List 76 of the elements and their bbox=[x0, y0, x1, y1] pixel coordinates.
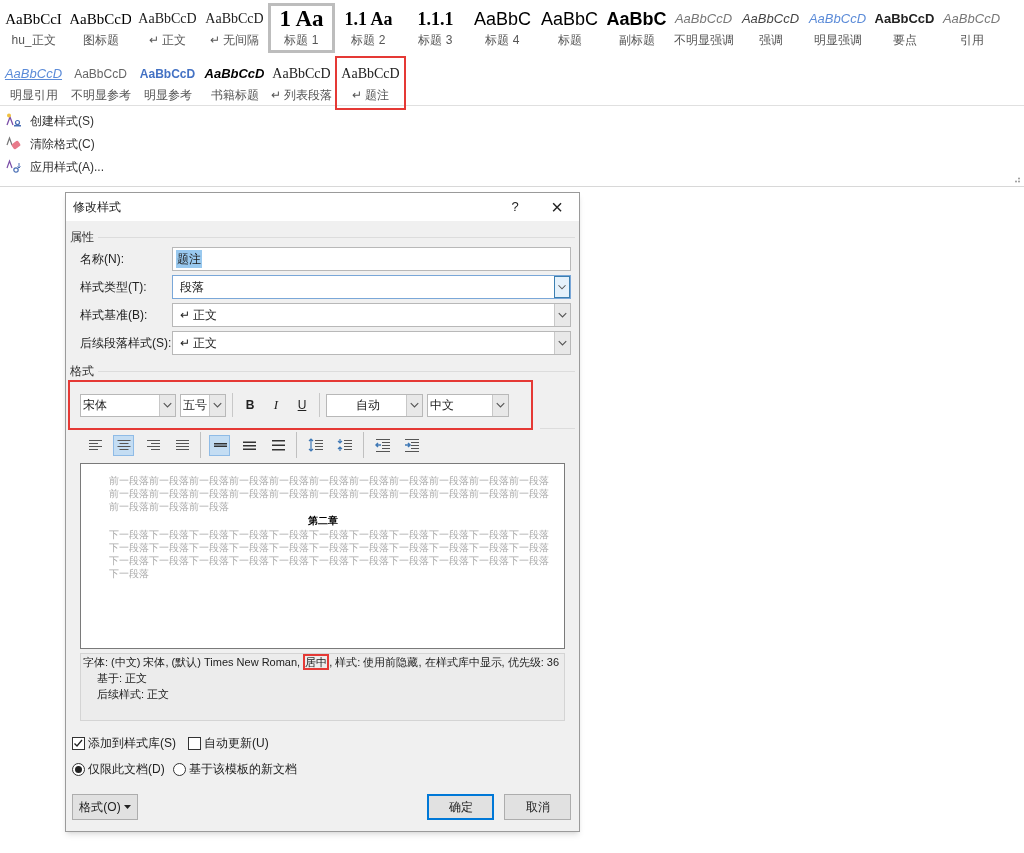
italic-button[interactable]: I bbox=[265, 394, 287, 416]
style-description: 基于: 正文 bbox=[96, 671, 148, 686]
checkbox-option[interactable]: 添加到样式库(S) bbox=[72, 734, 176, 752]
align-center-icon bbox=[115, 437, 132, 453]
close-button[interactable]: × bbox=[535, 193, 579, 221]
align-left-icon bbox=[86, 437, 103, 453]
style-gallery-item[interactable]: 1.1.1 标题 3 bbox=[402, 3, 469, 53]
font-color-dropdown[interactable]: 自动 bbox=[326, 393, 423, 417]
style-gallery-item[interactable]: AaBbCcD 不明显强调 bbox=[670, 3, 737, 53]
menu-item[interactable]: 清除格式(C) bbox=[6, 132, 103, 155]
style-gallery-item[interactable]: AaBbCcD 要点 bbox=[871, 3, 938, 53]
font-size-dropdown[interactable]: 五号 bbox=[180, 393, 226, 417]
field-label: 名称(N): bbox=[80, 251, 125, 268]
bold-button[interactable]: B bbox=[239, 394, 261, 416]
checkmark-icon bbox=[73, 738, 84, 748]
indent-decrease-icon bbox=[374, 437, 391, 453]
indent-increase-icon bbox=[403, 437, 420, 453]
style-gallery-item[interactable]: AaBbCcD 强调 bbox=[737, 3, 804, 53]
preview-sample-text: 第二章 bbox=[307, 514, 338, 527]
checkbox[interactable] bbox=[188, 736, 201, 750]
format-menu-button[interactable]: 格式(O) bbox=[72, 794, 138, 820]
style-gallery-item[interactable]: 1 Aa 标题 1 bbox=[268, 3, 335, 53]
underline-button[interactable]: U bbox=[291, 394, 313, 416]
style-gallery-item[interactable]: AaBbCcD 明显强调 bbox=[804, 3, 871, 53]
style-gallery-item[interactable]: AaBbCcD ↵ 题注 bbox=[337, 58, 404, 108]
radio-option[interactable]: 基于该模板的新文档 bbox=[172, 760, 297, 778]
field-label: 样式基准(B): bbox=[80, 307, 149, 324]
radio-option[interactable]: 仅限此文档(D) bbox=[72, 760, 165, 778]
style-gallery-item[interactable]: 1.1 Aa 标题 2 bbox=[335, 3, 402, 53]
align-right-icon bbox=[144, 437, 161, 453]
paragraph-spacing-icon bbox=[307, 437, 324, 453]
menu-item[interactable]: 应用样式(A)... bbox=[6, 155, 112, 178]
style-gallery-item[interactable]: AaBbC 标题 bbox=[536, 3, 603, 53]
style-gallery-item[interactable]: AaBbCcD 图标题 bbox=[67, 3, 134, 53]
style-icon bbox=[6, 136, 22, 151]
field-label: 样式类型(T): bbox=[80, 279, 148, 296]
checkbox-option[interactable]: 自动更新(U) bbox=[188, 734, 269, 752]
style-gallery-item[interactable]: AaBbC 标题 4 bbox=[469, 3, 536, 53]
style-gallery-item[interactable]: AaBbCcD 书籍标题 bbox=[201, 58, 268, 108]
paragraph-format-button[interactable] bbox=[209, 434, 230, 456]
dropdown[interactable]: ↵ 正文 bbox=[172, 303, 571, 327]
line-spacing-icon bbox=[269, 437, 286, 453]
language-dropdown[interactable]: 中文 bbox=[427, 393, 509, 417]
dropdown[interactable]: ↵ 正文 bbox=[172, 331, 571, 355]
style-gallery-item[interactable]: AaBbCcD 明显参考 bbox=[134, 58, 201, 108]
justify-icon bbox=[173, 437, 190, 453]
help-button[interactable]: ? bbox=[495, 193, 535, 221]
section-label: 格式 bbox=[70, 363, 94, 380]
section-label: 属性 bbox=[70, 229, 94, 246]
paragraph-format-button[interactable] bbox=[113, 434, 134, 456]
field-label: 后续段落样式(S): bbox=[80, 335, 172, 352]
style-icon bbox=[6, 113, 22, 128]
style-gallery-item[interactable]: AaBbCcD 不明显参考 bbox=[67, 58, 134, 108]
style-gallery-item[interactable]: AaBbCcD 明显引用 bbox=[0, 58, 67, 108]
name-field[interactable]: 题注 bbox=[172, 247, 571, 271]
style-gallery-item[interactable]: AaBbCcD ↵ 无间隔 bbox=[201, 3, 268, 53]
checkbox[interactable] bbox=[72, 736, 85, 750]
style-gallery-item[interactable]: AaBbC 副标题 bbox=[603, 3, 670, 53]
menu-item[interactable]: 创建样式(S) bbox=[6, 109, 102, 132]
cancel-button[interactable]: 取消 bbox=[504, 794, 571, 820]
font-dropdown[interactable]: 宋体 bbox=[80, 393, 176, 417]
style-gallery-item[interactable]: AaBbCcD ↵ 列表段落 bbox=[268, 58, 335, 108]
radio-button[interactable] bbox=[72, 762, 85, 776]
paragraph-spacing-icon bbox=[336, 437, 353, 453]
resize-grip-icon bbox=[1014, 177, 1021, 183]
style-description: 字体: (中文) 宋体, (默认) Times New Roman, 居中 , 样式: 使用前隐藏, 在样式库中显示, 优先级: 36 bbox=[83, 654, 560, 670]
style-gallery-item[interactable]: AaBbCcD ↵ 正文 bbox=[134, 3, 201, 53]
dialog-title: 修改样式 bbox=[73, 199, 122, 216]
style-gallery-item[interactable]: AaBbCcI hu_正文 bbox=[0, 3, 67, 53]
style-icon bbox=[6, 159, 22, 174]
dropdown[interactable]: 段落 bbox=[172, 275, 571, 299]
style-gallery-item[interactable]: AaBbCcD 引用 bbox=[938, 3, 1005, 53]
caret-icon bbox=[123, 805, 131, 809]
radio-button[interactable] bbox=[172, 762, 186, 776]
style-description: 后续样式: 正文 bbox=[96, 687, 170, 702]
ok-button[interactable]: 确定 bbox=[427, 794, 494, 820]
